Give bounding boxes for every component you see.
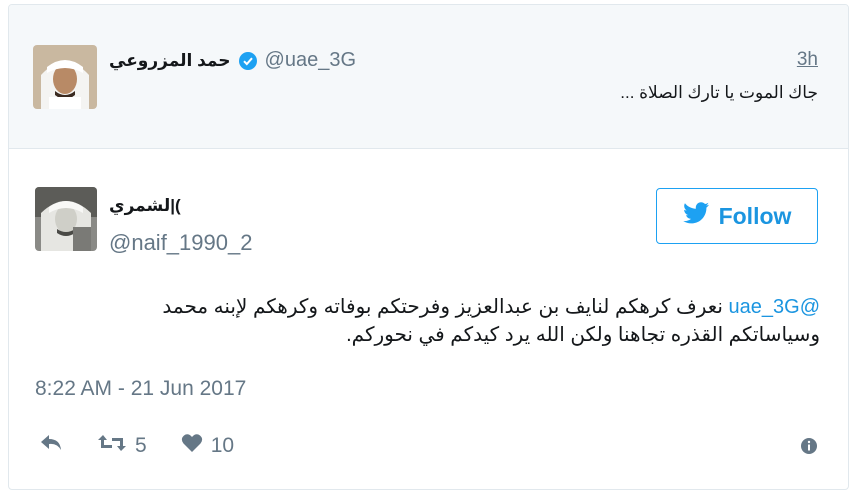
like-count: 10 — [210, 434, 235, 457]
parent-avatar[interactable] — [33, 45, 97, 109]
heart-icon — [181, 433, 203, 459]
reply-icon — [39, 433, 63, 459]
like-button[interactable]: 10 — [181, 433, 234, 459]
author-name[interactable]: لشمري|( — [109, 196, 181, 216]
tweet-timestamp[interactable]: 8:22 AM - 21 Jun 2017 — [35, 377, 246, 401]
tweet-text: @uae_3G نعرف كرهكم لنايف بن عبدالعزيز وف… — [35, 293, 820, 349]
info-icon[interactable] — [800, 437, 818, 460]
mention-link[interactable]: @uae_3G — [729, 296, 820, 318]
tweet-text-line-1-body: نعرف كرهكم لنايف بن عبدالعزيز وفرحتكم بو… — [162, 296, 723, 318]
follow-label: Follow — [718, 202, 792, 229]
tweet-text-line-2: وسياساتكم القذره تجاهنا ولكن الله يرد كي… — [346, 324, 820, 346]
verified-icon — [238, 51, 257, 70]
tweet-card: حمد المزروعي @uae_3G 3h جاك الموت يا تار… — [8, 4, 849, 490]
author-handle[interactable]: @naif_1990_2 — [109, 230, 252, 256]
author-avatar[interactable] — [35, 187, 97, 251]
follow-button[interactable]: Follow — [656, 188, 818, 244]
bird-icon — [682, 202, 709, 230]
retweet-count: 5 — [135, 434, 147, 457]
retweet-icon — [97, 433, 127, 459]
parent-tweet[interactable]: حمد المزروعي @uae_3G 3h جاك الموت يا تار… — [9, 5, 848, 149]
parent-tweet-text: جاك الموت يا تارك الصلاة ... — [620, 83, 818, 102]
parent-handle[interactable]: @uae_3G — [265, 49, 356, 72]
parent-author-name[interactable]: حمد المزروعي — [109, 51, 231, 71]
parent-time[interactable]: 3h — [797, 49, 818, 71]
reply-button[interactable] — [39, 433, 63, 459]
tweet-text-line-1: @uae_3G نعرف كرهكم لنايف بن عبدالعزيز وف… — [35, 293, 820, 321]
tweet-actions: 5 10 — [39, 433, 234, 459]
retweet-button[interactable]: 5 — [97, 433, 147, 459]
